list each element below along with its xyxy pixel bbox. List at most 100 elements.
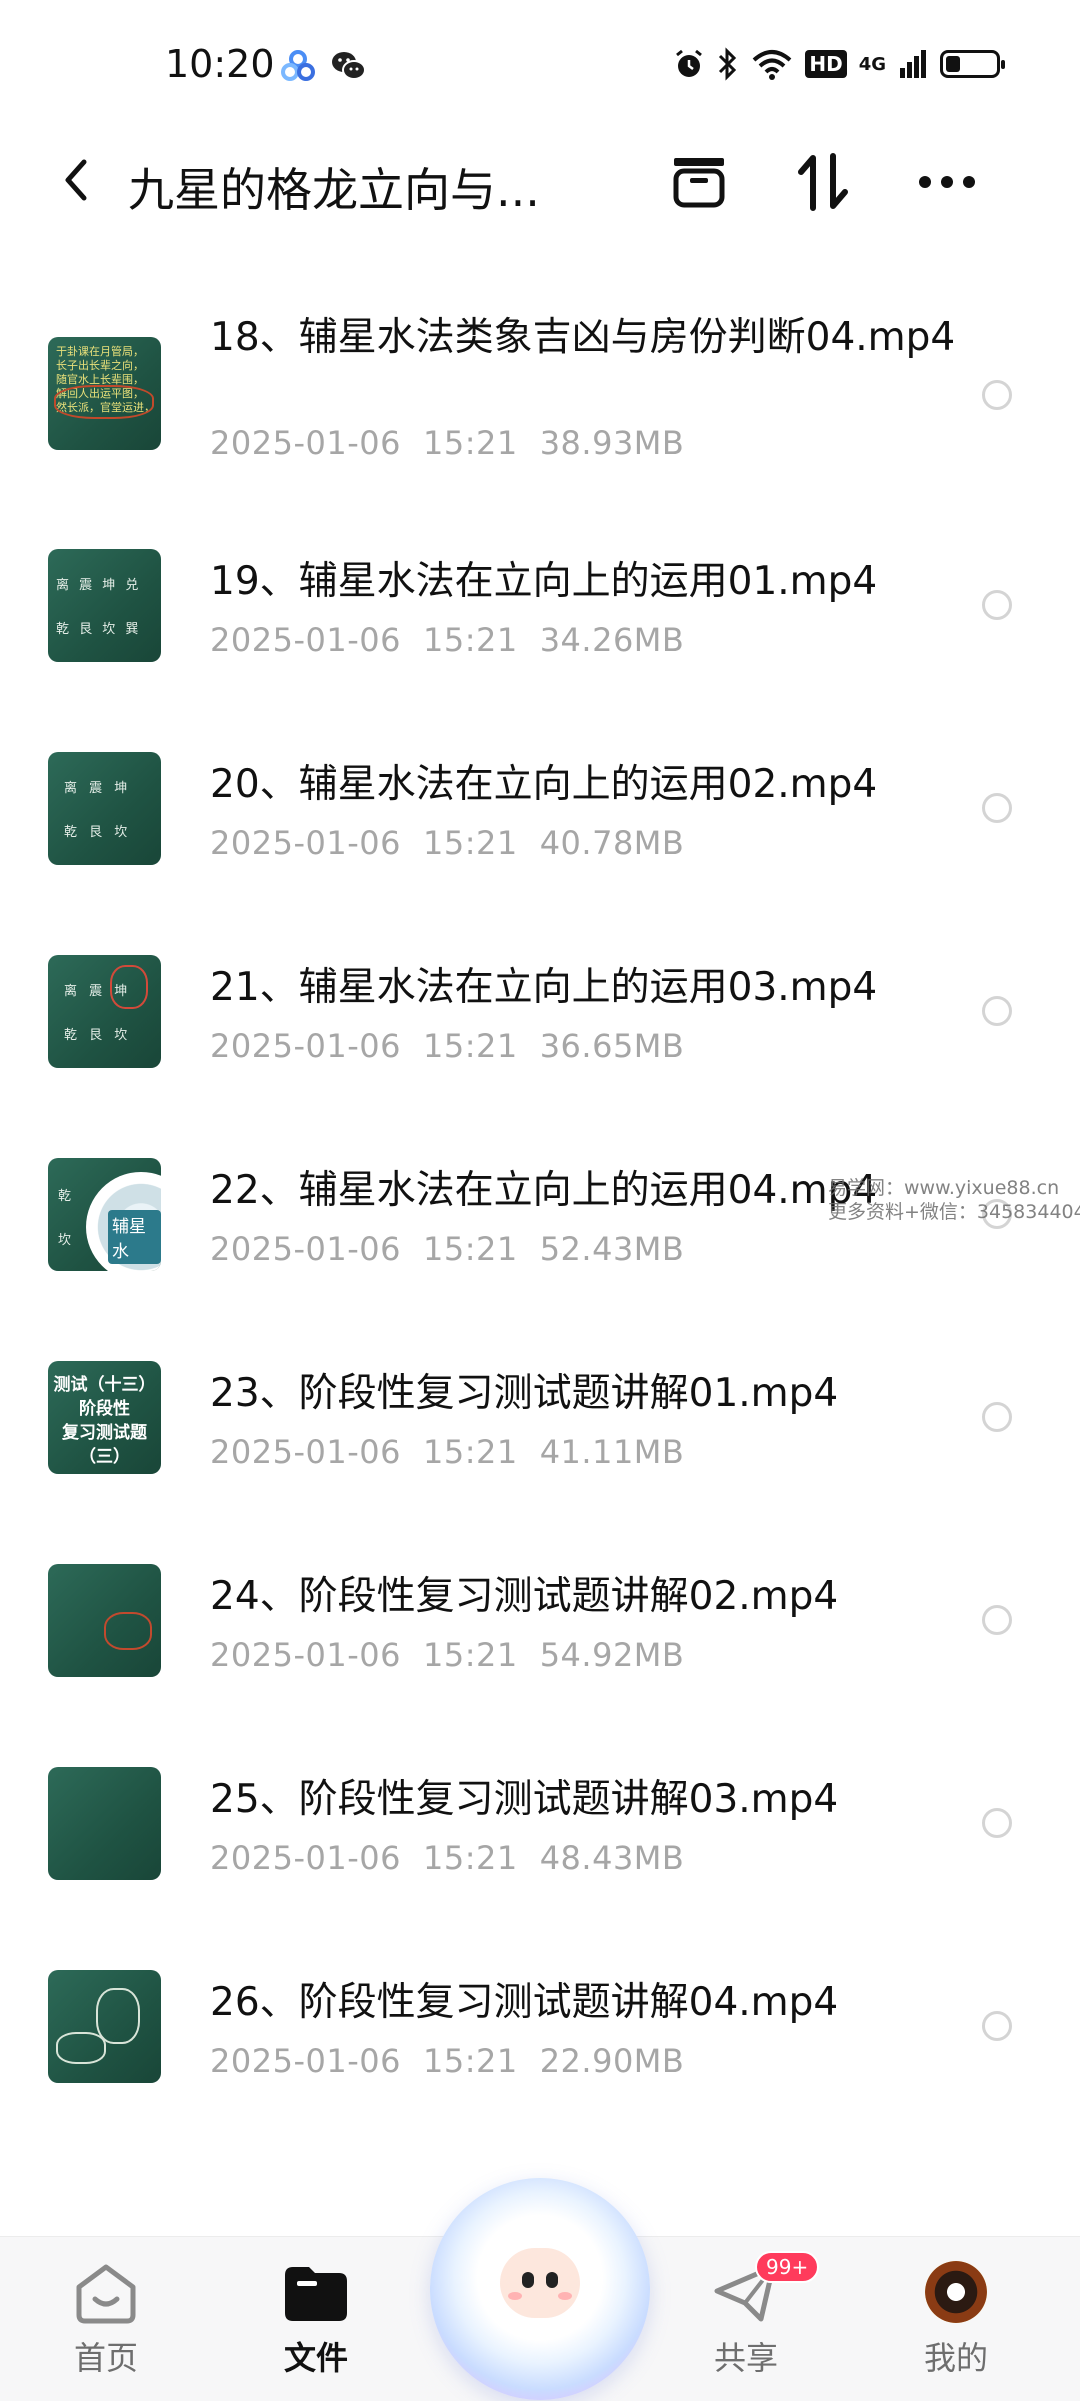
file-name: 24、阶段性复习测试题讲解02.mp4 (210, 1574, 839, 1619)
nav-share-label: 共享 (713, 2339, 778, 2377)
assistant-mascot-button[interactable] (430, 2178, 650, 2400)
thumbnail-annotation (54, 385, 154, 419)
top-bar: 九星的格龙立向与... (0, 130, 1080, 230)
file-time: 15:21 (422, 1636, 518, 1674)
status-bar: 10:20 HD 4G (0, 0, 1080, 130)
thumbnail-text: 测试（十三） 阶段性 复习测试题 （三） (53, 1375, 156, 1467)
wifi-icon (753, 50, 792, 80)
folder-title: 九星的格龙立向与... (128, 163, 540, 217)
file-time: 15:21 (422, 2042, 518, 2080)
file-size: 34.26MB (539, 621, 685, 659)
file-size: 38.93MB (539, 424, 685, 462)
file-meta: 2025-01-06 15:21 22.90MB (210, 2042, 706, 2080)
mascot-face-icon (500, 2248, 580, 2318)
select-radio[interactable] (982, 996, 1012, 1026)
sort-button[interactable] (792, 152, 854, 212)
file-meta: 2025-01-06 15:21 52.43MB (210, 1230, 706, 1268)
file-time: 15:21 (422, 824, 518, 862)
video-thumbnail: 离 震 坤 乾 艮 坎 (48, 752, 161, 865)
file-row[interactable]: 于卦课在月管局， 长子出长辈之向， 随官水上长辈围， 解回人出运平图， 然长派，… (0, 290, 1080, 504)
select-radio[interactable] (982, 1605, 1012, 1635)
cloud-app-icon (281, 50, 315, 81)
file-time: 15:21 (422, 621, 518, 659)
nav-share[interactable]: 99+ 共享 (676, 2251, 820, 2379)
file-row[interactable]: 26、阶段性复习测试题讲解04.mp4 2025-01-06 15:21 22.90… (0, 1925, 1080, 2128)
home-icon (71, 2261, 141, 2325)
video-thumbnail (48, 1767, 161, 1880)
status-icons: HD 4G (673, 44, 1005, 84)
nav-home[interactable]: 首页 (36, 2261, 176, 2379)
select-radio[interactable] (982, 380, 1012, 410)
select-radio[interactable] (982, 590, 1012, 620)
archive-box-icon (673, 158, 725, 208)
file-meta: 2025-01-06 15:21 40.78MB (210, 824, 706, 862)
yinyang-avatar-icon (925, 2261, 987, 2323)
file-meta: 2025-01-06 15:21 48.43MB (210, 1839, 706, 1877)
status-time: 10:20 (165, 42, 275, 86)
file-meta: 2025-01-06 15:21 36.65MB (210, 1027, 706, 1065)
file-time: 15:21 (422, 1839, 518, 1877)
file-size: 54.92MB (539, 1636, 685, 1674)
select-radio[interactable] (982, 1808, 1012, 1838)
video-thumbnail: 离 震 坤 兑 乾 艮 坎 巽 (48, 549, 161, 662)
file-size: 22.90MB (539, 2042, 685, 2080)
share-badge: 99+ (755, 2251, 820, 2283)
file-date: 2025-01-06 (210, 1027, 401, 1065)
nav-files[interactable]: 文件 (246, 2261, 386, 2379)
file-meta: 2025-01-06 15:21 54.92MB (210, 1636, 706, 1674)
video-thumbnail (48, 1970, 161, 2083)
select-radio[interactable] (982, 2011, 1012, 2041)
nav-files-label: 文件 (283, 2339, 348, 2377)
thumbnail-annotation (56, 2032, 106, 2064)
video-thumbnail: 离 震 坤 乾 艮 坎 (48, 955, 161, 1068)
network-type-label: 4G (858, 53, 886, 75)
file-row[interactable]: 24、阶段性复习测试题讲解02.mp4 2025-01-06 15:21 54.92… (0, 1519, 1080, 1722)
file-row[interactable]: 离 震 坤 乾 艮 坎 20、辅星水法在立向上的运用02.mp4 2025-01… (0, 707, 1080, 910)
file-date: 2025-01-06 (210, 824, 401, 862)
file-date: 2025-01-06 (210, 424, 401, 462)
archive-button[interactable] (668, 152, 730, 212)
wechat-icon (332, 52, 366, 80)
hd-icon: HD (805, 50, 847, 78)
select-radio[interactable] (982, 1402, 1012, 1432)
file-time: 15:21 (422, 1230, 518, 1268)
back-button[interactable] (50, 152, 100, 208)
file-size: 52.43MB (539, 1230, 685, 1268)
file-row[interactable]: 测试（十三） 阶段性 复习测试题 （三） 23、阶段性复习测试题讲解01.mp4… (0, 1316, 1080, 1519)
nav-mine[interactable]: 我的 (886, 2261, 1026, 2379)
video-thumbnail: 于卦课在月管局， 长子出长辈之向， 随官水上长辈围， 解回人出运平图， 然长派，… (48, 337, 161, 450)
file-meta: 2025-01-06 15:21 41.11MB (210, 1433, 706, 1471)
select-radio[interactable] (982, 793, 1012, 823)
alarm-icon (676, 49, 703, 77)
sort-arrows-icon (798, 153, 848, 211)
mascot-eye (546, 2272, 558, 2288)
thumbnail-text: 离 震 坤 乾 艮 坎 (64, 781, 128, 840)
thumbnail-annotation (96, 1988, 140, 2044)
video-thumbnail: 测试（十三） 阶段性 复习测试题 （三） (48, 1361, 161, 1474)
file-row[interactable]: 25、阶段性复习测试题讲解03.mp4 2025-01-06 15:21 48.43… (0, 1722, 1080, 1925)
chevron-left-icon (65, 159, 87, 201)
more-button[interactable] (916, 152, 978, 212)
thumbnail-annotation (110, 965, 148, 1009)
thumbnail-label: 辅星水 (108, 1210, 161, 1264)
signal-icon (900, 50, 926, 78)
file-date: 2025-01-06 (210, 2042, 401, 2080)
file-name: 23、阶段性复习测试题讲解01.mp4 (210, 1371, 839, 1416)
folder-icon (281, 2261, 351, 2325)
thumbnail-annotation (104, 1612, 152, 1650)
file-time: 15:21 (422, 1027, 518, 1065)
file-name: 20、辅星水法在立向上的运用02.mp4 (210, 762, 878, 807)
file-name: 18、辅星水法类象吉凶与房份判断04.mp4 (210, 315, 956, 360)
battery-icon (940, 50, 1005, 78)
file-name: 26、阶段性复习测试题讲解04.mp4 (210, 1980, 839, 2025)
video-thumbnail: 乾 坎 辅星水 (48, 1158, 161, 1271)
nav-home-label: 首页 (73, 2339, 138, 2377)
file-row[interactable]: 离 震 坤 兑 乾 艮 坎 巽 19、辅星水法在立向上的运用01.mp4 202… (0, 504, 1080, 707)
file-size: 36.65MB (539, 1027, 685, 1065)
paper-plane-icon: 99+ (711, 2251, 820, 2325)
file-name: 25、阶段性复习测试题讲解03.mp4 (210, 1777, 839, 1822)
file-name: 21、辅星水法在立向上的运用03.mp4 (210, 965, 878, 1010)
file-row[interactable]: 离 震 坤 乾 艮 坎 21、辅星水法在立向上的运用03.mp4 2025-01… (0, 910, 1080, 1113)
file-meta: 2025-01-06 15:21 34.26MB (210, 621, 706, 659)
watermark-text: 易学网：www.yixue88.cn 更多资料+微信：3458344044 (828, 1177, 1080, 1223)
